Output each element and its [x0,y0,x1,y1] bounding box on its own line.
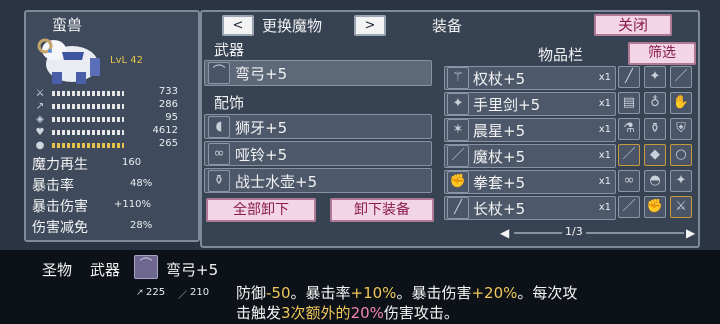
staff-icon: ╱ [447,197,469,219]
prev-monster-button[interactable]: < [222,15,254,36]
monster-panel: 蛮兽 LvL 42 ⚔ 733 ↗ 286 ◈ 95 ♥ 4612 ● 265 … [24,10,200,242]
inventory-grid: ╱ ✦ ／ ▤ ♁ ✋ ⚗ ⚱ ⛨ ／ ◆ ○ ∞ ◓ ✦ ／ ✊ ⚔ [618,66,696,220]
accessory-slot-1[interactable]: ◖ 狮牙+5 [204,114,432,139]
unequip-all-button[interactable]: 全部卸下 [206,198,316,222]
dumbbell-icon: ∞ [208,143,230,165]
filter-button[interactable]: 筛选 [628,42,696,65]
gauntlet-icon: ✊ [447,171,469,193]
pager-track [514,232,684,234]
regen-label: 魔力再生 [32,157,88,173]
crit-value: 48% [130,178,153,189]
wand-icon[interactable]: ／ [618,144,640,166]
shuriken-icon: ✦ [447,93,469,115]
potion-icon[interactable]: ⚱ [644,118,666,140]
inventory-item-1[interactable]: ⚚ 权杖+5 x1 [444,66,616,90]
inventory-item-2[interactable]: ✦ 手里剑+5 x1 [444,92,616,116]
matk-icon: ／ [178,291,188,301]
item-description-line-2: 击触发3次额外的20%伤害攻击。 [236,304,459,322]
bow-icon: ⌒ [208,62,230,84]
bottle-icon[interactable]: ♁ [644,92,666,114]
monster-sprite [37,38,100,84]
accessory-slot-2[interactable]: ∞ 哑铃+5 [204,141,432,166]
weapon-slot[interactable]: ⌒ 弯弓+5 [204,60,432,86]
morning-star-icon: ✶ [447,119,469,141]
critdmg-label: 暴击伤害 [32,199,88,215]
unequip-button[interactable]: 卸下装备 [330,198,434,222]
weapon-label: 武器 [214,41,245,59]
page-indicator: 1/3 [562,225,586,238]
sword-icon: ⚔ [35,88,45,99]
critdmg-value: +110% [114,199,151,210]
reduction-label: 伤害减免 [32,220,88,236]
shield-icon: ◈ [36,114,44,125]
sword-icon[interactable]: ⚔ [670,196,692,218]
scroll-icon[interactable]: ▤ [618,92,640,114]
armor-icon[interactable]: ⛨ [670,118,692,140]
item-slot: 武器 [90,261,121,279]
flask-icon[interactable]: ⚗ [618,118,640,140]
shuriken-icon[interactable]: ✦ [644,66,666,88]
inventory-item-3[interactable]: ✶ 晨星+5 x1 [444,118,616,142]
dumbbell-icon[interactable]: ∞ [618,170,640,192]
gauntlet-icon[interactable]: ✊ [644,196,666,218]
inventory-title: 物品栏 [538,46,584,64]
close-button[interactable]: 关闭 [594,14,672,36]
pager-next-arrow[interactable]: ▶ [686,226,695,240]
atk-value: 225 [146,287,166,298]
staff-icon[interactable]: ╱ [618,66,640,88]
lion-fang-icon: ◖ [208,116,230,138]
inventory-item-5[interactable]: ✊ 拳套+5 x1 [444,170,616,194]
accessory-label: 配饰 [214,94,245,112]
gem-icon[interactable]: ◆ [644,144,666,166]
helmet-icon[interactable]: ◓ [644,170,666,192]
shuriken-icon[interactable]: ✦ [670,170,692,192]
wand-icon: ／ [447,145,469,167]
equipment-panel: < 更换魔物 > 装备 关闭 武器 ⌒ 弯弓+5 配饰 ◖ 狮牙+5 ∞ 哑铃+… [200,10,700,248]
flask-icon: ⚱ [208,170,230,192]
next-monster-button[interactable]: > [354,15,386,36]
item-tooltip: 圣物 武器 ⌒ 弯弓+5 ↗ 225 ／ 210 防御-50。暴击率+10%。暴… [0,250,720,324]
equip-title: 装备 [432,17,463,35]
bow-icon: ⌒ [134,255,158,279]
pager-prev-arrow[interactable]: ◀ [500,226,509,240]
wand-icon[interactable]: ／ [618,196,640,218]
crit-label: 暴击率 [32,178,74,194]
item-category: 圣物 [42,261,73,279]
reduction-value: 28% [130,220,153,231]
glove-icon[interactable]: ✋ [670,92,692,114]
item-description-line-1: 防御-50。暴击率+10%。暴击伤害+20%。每次攻 [236,284,578,302]
scepter-icon: ⚚ [447,67,469,89]
monster-level: LvL 42 [110,55,143,66]
item-name: 弯弓+5 [166,261,219,279]
accessory-slot-3[interactable]: ⚱ 战士水壶+5 [204,168,432,193]
atk-icon: ↗ [136,288,144,298]
bow-icon: ↗ [35,101,45,112]
inventory-item-4[interactable]: ／ 魔杖+5 x1 [444,144,616,168]
matk-value: 210 [190,287,210,298]
change-monster-title: 更换魔物 [262,17,323,35]
heart-icon: ♥ [35,127,45,138]
inventory-item-6[interactable]: ╱ 长杖+5 x1 [444,196,616,220]
coin-icon: ● [35,140,45,151]
ring-icon[interactable]: ○ [670,144,692,166]
wand-icon[interactable]: ／ [670,66,692,88]
stat-mana: ● 265 [35,138,178,151]
regen-value: 160 [122,157,142,168]
